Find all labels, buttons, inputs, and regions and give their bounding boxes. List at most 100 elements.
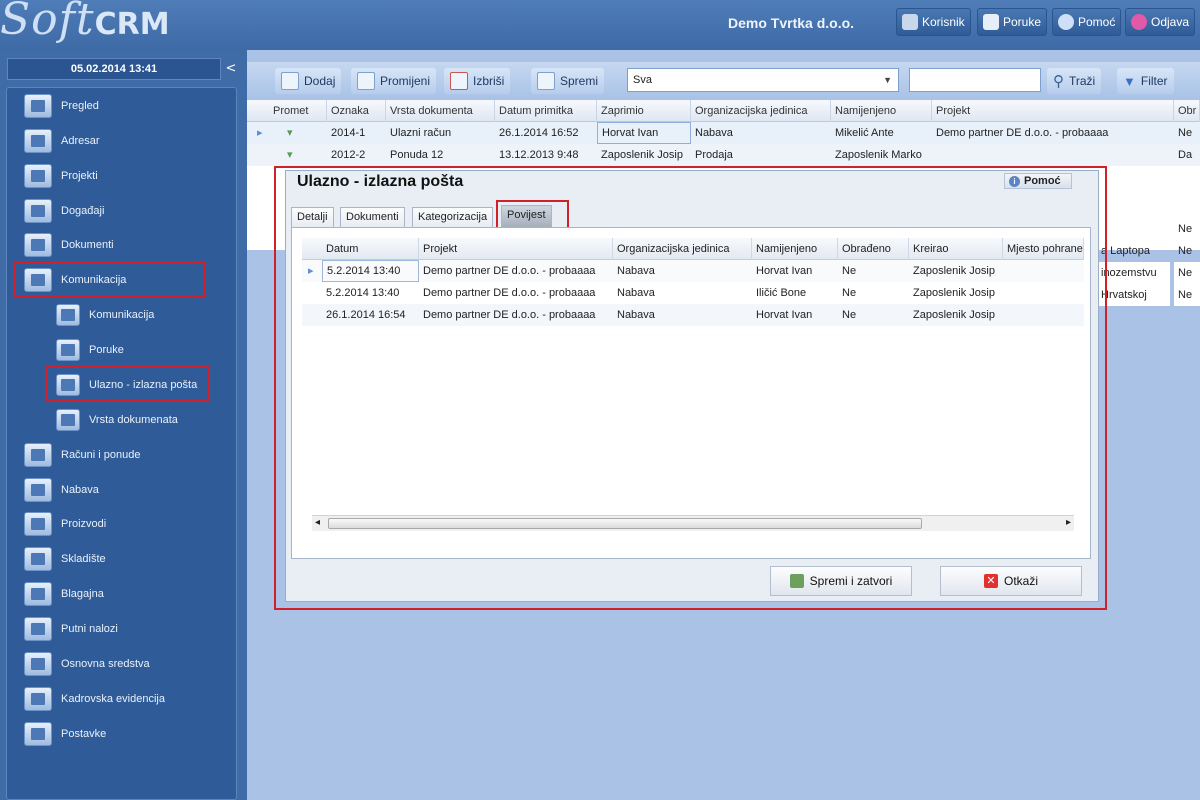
- cash-register-icon: [24, 582, 52, 606]
- filter-button[interactable]: ▼ Filter: [1117, 68, 1174, 94]
- cell-projekt: Demo partner DE d.o.o. - probaaaa: [936, 127, 1109, 139]
- current-datetime: 05.02.2014 13:41: [7, 58, 221, 80]
- cell-obr-partial: Ne: [1178, 245, 1193, 257]
- nav-item-dokumenti[interactable]: Dokumenti: [24, 231, 114, 259]
- envelope-icon: [56, 339, 80, 361]
- nav-item-postavke[interactable]: Postavke: [24, 720, 106, 748]
- add-icon: [281, 72, 299, 90]
- cell-oznaka: 2012-2: [331, 149, 366, 161]
- traffic-icon: ▾: [287, 149, 293, 161]
- edit-button[interactable]: Promijeni: [351, 68, 437, 94]
- cell-vrsta: Ponuda 12: [390, 149, 444, 161]
- search-button[interactable]: ⚲ Traži: [1047, 68, 1102, 94]
- save-icon: [537, 72, 555, 90]
- col-organizacijska-jedinica[interactable]: Organizacijska jedinica: [691, 100, 831, 122]
- col-namijenjeno[interactable]: Namijenjeno: [831, 100, 932, 122]
- highlight-box-dialog: [274, 166, 1107, 610]
- table-row[interactable]: ▸ ▾ 2014-1 Ulazni račun 26.1.2014 16:52 …: [247, 122, 1200, 144]
- nav-item-skladiste[interactable]: Skladište: [24, 545, 106, 573]
- nav-subitem-komunikacija[interactable]: Komunikacija: [56, 301, 154, 329]
- cell-obr-partial: Ne: [1174, 284, 1200, 306]
- nav-item-blagajna[interactable]: Blagajna: [24, 580, 104, 608]
- delete-icon: [450, 72, 468, 90]
- company-name: Demo Tvrtka d.o.o.: [728, 15, 855, 31]
- table-row[interactable]: ▾ 2012-2 Ponuda 12 13.12.2013 9:48 Zapos…: [247, 144, 1200, 166]
- nav-item-projekti[interactable]: Projekti: [24, 162, 98, 190]
- nav-item-nabava[interactable]: Nabava: [24, 476, 99, 504]
- warehouse-icon: [24, 547, 52, 571]
- app-header: SoftCRM Demo Tvrtka d.o.o. Korisnik Poru…: [0, 0, 1200, 50]
- cell-projekt-partial: Hrvatskoj: [1097, 284, 1170, 306]
- nav-item-adresar[interactable]: Adresar: [24, 127, 100, 155]
- cell-namijenjeno: Mikelić Ante: [835, 127, 894, 139]
- nav-subitem-poruke[interactable]: Poruke: [56, 336, 124, 364]
- search-icon: ⚲: [1053, 73, 1064, 90]
- cell-zaprimio: Horvat Ivan: [597, 122, 691, 144]
- nav-subitem-vrsta-dokumenata[interactable]: Vrsta dokumenata: [56, 406, 178, 434]
- nav-item-kadrovska-evidencija[interactable]: Kadrovska evidencija: [24, 685, 165, 713]
- search-input[interactable]: [909, 68, 1041, 92]
- procurement-icon: [24, 478, 52, 502]
- logout-button[interactable]: Odjava: [1125, 8, 1196, 36]
- info-icon: [1058, 14, 1074, 30]
- cell-vrsta: Ulazni račun: [390, 127, 452, 139]
- col-vrsta-dokumenta[interactable]: Vrsta dokumenta: [386, 100, 495, 122]
- user-icon: [902, 14, 918, 30]
- cell-zaprimio: Zaposlenik Josip: [601, 149, 683, 161]
- col-projekt[interactable]: Projekt: [932, 100, 1174, 122]
- col-zaprimio[interactable]: Zaprimio: [597, 100, 691, 122]
- cell-oznaka: 2014-1: [331, 127, 366, 139]
- cell-org: Prodaja: [695, 149, 733, 161]
- overview-icon: [24, 94, 52, 118]
- communication-sub-icon: [56, 304, 80, 326]
- nav-item-pregled[interactable]: Pregled: [24, 92, 99, 120]
- col-promet[interactable]: Promet: [269, 100, 327, 122]
- collapse-sidebar-button[interactable]: <: [222, 58, 240, 80]
- nav-item-osnovna-sredstva[interactable]: Osnovna sredstva: [24, 650, 150, 678]
- funnel-icon: ▼: [1123, 73, 1136, 89]
- address-book-icon: [24, 129, 52, 153]
- cell-obr-partial: Ne: [1174, 262, 1200, 284]
- projects-icon: [24, 164, 52, 188]
- edit-icon: [357, 72, 375, 90]
- products-icon: [24, 512, 52, 536]
- col-obr[interactable]: Obr: [1174, 100, 1200, 122]
- highlight-box-komunikacija: [14, 262, 206, 297]
- document-types-icon: [56, 409, 80, 431]
- invoice-icon: [24, 443, 52, 467]
- power-icon: [1131, 14, 1147, 30]
- cell-obr: Ne: [1178, 127, 1193, 139]
- cell-obr: Da: [1178, 149, 1193, 161]
- nav-item-dogadaji[interactable]: Događaji: [24, 197, 104, 225]
- app-logo: SoftCRM: [0, 0, 170, 45]
- documents-icon: [24, 233, 52, 257]
- row-selected-marker: ▸: [257, 127, 263, 139]
- help-button[interactable]: Pomoć: [1052, 8, 1122, 36]
- filter-select[interactable]: Sva ▼: [627, 68, 899, 92]
- user-button[interactable]: Korisnik: [896, 8, 971, 36]
- cell-projekt-partial: a Laptopa: [1101, 245, 1150, 257]
- cell-org: Nabava: [695, 127, 733, 139]
- fixed-assets-icon: [24, 652, 52, 676]
- settings-tools-icon: [24, 722, 52, 746]
- traffic-icon: ▾: [287, 127, 293, 139]
- grid-header: Promet Oznaka Vrsta dokumenta Datum prim…: [247, 100, 1200, 122]
- calendar-icon: [24, 199, 52, 223]
- cell-datum: 26.1.2014 16:52: [499, 127, 579, 139]
- nav-item-proizvodi[interactable]: Proizvodi: [24, 510, 106, 538]
- save-button[interactable]: Spremi: [531, 68, 605, 94]
- highlight-box-ulazno-izlazna: [46, 366, 210, 402]
- cell-projekt-partial: inozemstvu: [1097, 262, 1170, 284]
- staff-icon: [24, 687, 52, 711]
- nav-item-racuni-i-ponude[interactable]: Računi i ponude: [24, 441, 141, 469]
- cell-datum: 13.12.2013 9:48: [499, 149, 579, 161]
- messages-icon: [983, 14, 999, 30]
- chevron-down-icon: ▼: [883, 75, 892, 85]
- add-button[interactable]: Dodaj: [275, 68, 342, 94]
- col-datum-primitka[interactable]: Datum primitka: [495, 100, 597, 122]
- delete-button[interactable]: Izbriši: [444, 68, 511, 94]
- nav-item-putni-nalozi[interactable]: Putni nalozi: [24, 615, 118, 643]
- cell-obr-partial: Ne: [1178, 223, 1193, 235]
- messages-button[interactable]: Poruke: [977, 8, 1048, 36]
- col-oznaka[interactable]: Oznaka: [327, 100, 386, 122]
